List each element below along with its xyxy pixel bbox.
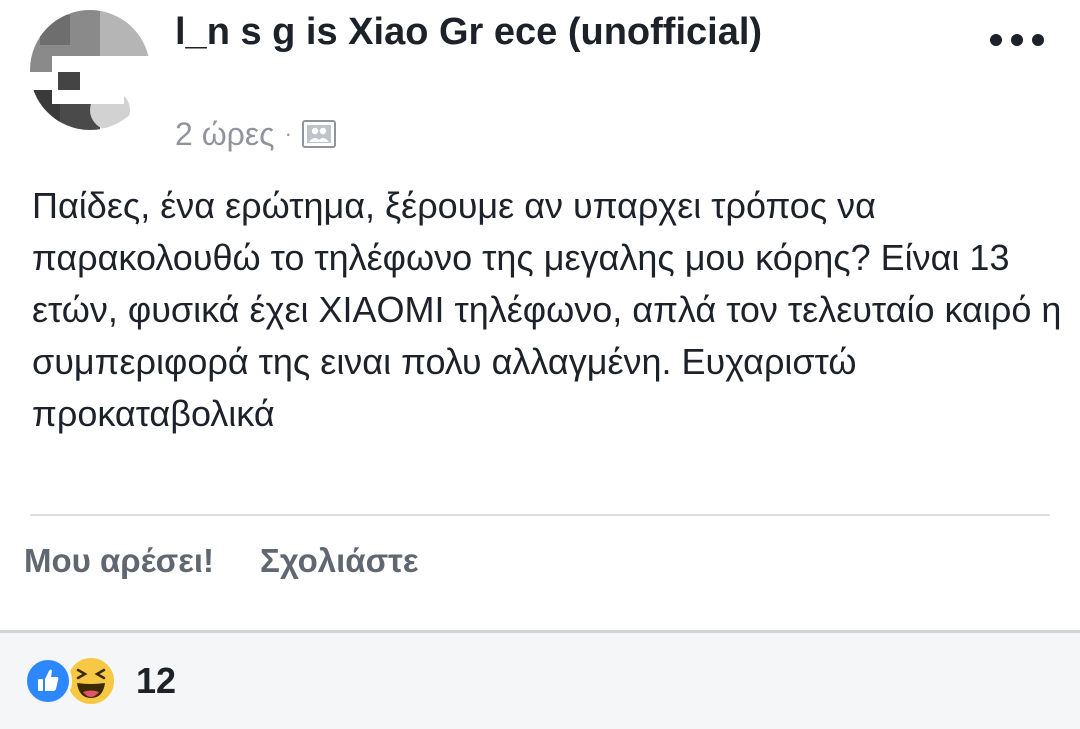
meta-separator: · (284, 121, 292, 146)
like-button[interactable]: Μου αρέσει! (24, 542, 214, 580)
avatar-image (30, 10, 150, 130)
post-card: l_n s g is Xiao Gr ece (unofficial) 2 ώρ… (0, 0, 1080, 632)
post-timestamp[interactable]: 2 ώρες (175, 116, 275, 153)
more-dot (1011, 34, 1023, 46)
divider (30, 514, 1050, 516)
reactions-bar[interactable]: 12 (0, 633, 1080, 729)
more-dot (1032, 34, 1044, 46)
group-avatar[interactable] (30, 10, 150, 130)
laughing-face-icon (66, 656, 116, 706)
haha-reaction-icon (66, 656, 116, 706)
reaction-icons (24, 656, 116, 706)
thumbs-up-icon (38, 669, 59, 691)
more-options-icon[interactable] (990, 28, 1044, 52)
comment-button[interactable]: Σχολιάστε (260, 542, 419, 580)
like-reaction-icon (24, 657, 72, 705)
more-dot (990, 34, 1002, 46)
group-name[interactable]: l_n s g is Xiao Gr ece (unofficial) (175, 10, 875, 54)
post-message: Παίδες, ένα ερώτημα, ξέρουμε αν υπαρχει … (32, 185, 1062, 434)
reaction-count[interactable]: 12 (136, 660, 176, 702)
post-actions: Μου αρέσει! Σχολιάστε (24, 542, 419, 580)
post-meta: 2 ώρες · (175, 114, 336, 154)
group-audience-icon[interactable] (301, 120, 336, 148)
